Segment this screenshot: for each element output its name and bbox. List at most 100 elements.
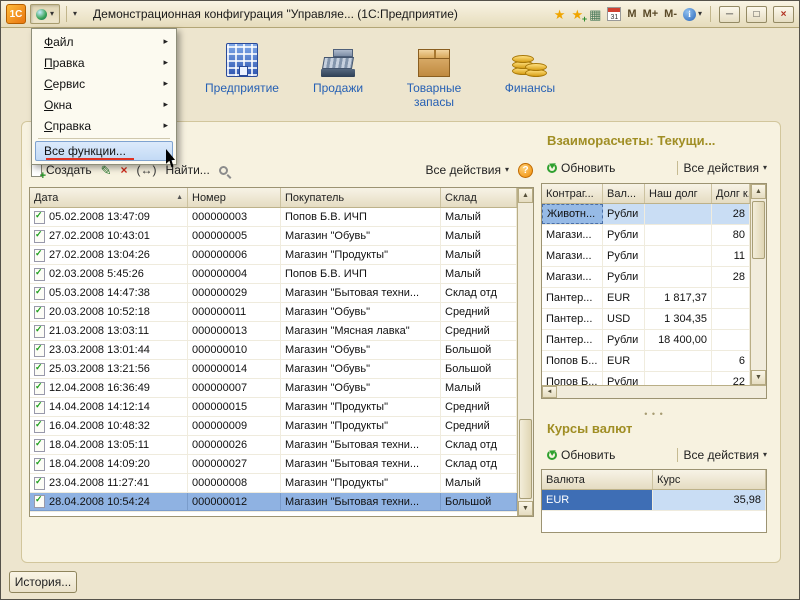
currency-toolbar: Обновить Все действия ▾	[547, 445, 767, 465]
main-menu-button[interactable]: ▾	[30, 4, 60, 24]
delete-icon[interactable]: ×	[121, 164, 128, 176]
document-row[interactable]: 12.04.2008 16:36:49 000000007 Магазин "О…	[30, 379, 517, 398]
column-header-currency[interactable]: Вал...	[603, 184, 645, 203]
toolbar-overflow-icon[interactable]: ▾	[73, 10, 77, 18]
document-row[interactable]: 20.03.2008 10:52:18 000000011 Магазин "О…	[30, 303, 517, 322]
scroll-down-button[interactable]: ▼	[751, 370, 766, 385]
submenu-arrow-icon: ▸	[163, 36, 168, 47]
calendar-icon[interactable]: 31	[607, 7, 621, 21]
cell-date: 14.04.2008 14:12:14	[30, 398, 188, 416]
all-actions-button[interactable]: Все действия ▾	[684, 161, 767, 175]
column-header-warehouse[interactable]: Склад	[441, 188, 517, 207]
column-header-currency[interactable]: Валюта	[542, 470, 653, 489]
scroll-down-button[interactable]: ▼	[518, 501, 533, 516]
document-row[interactable]: 23.04.2008 11:27:41 000000008 Магазин "П…	[30, 474, 517, 493]
scroll-thumb[interactable]	[519, 419, 532, 499]
shortcut-inventory[interactable]: Товарные запасы	[388, 37, 480, 110]
settlement-row[interactable]: Магази... Рубли 80	[542, 225, 750, 246]
favorites-star-icon[interactable]: ★	[554, 8, 566, 21]
add-favorite-icon[interactable]: ★	[571, 8, 583, 21]
cell-warehouse: Малый	[441, 474, 517, 492]
cell-number: 000000013	[188, 322, 281, 340]
set-period-button[interactable]: (↔)	[137, 163, 157, 177]
refresh-button[interactable]: Обновить	[547, 448, 615, 462]
info-icon: i	[683, 8, 696, 21]
all-actions-button[interactable]: Все действия ▾	[426, 163, 509, 177]
column-header-buyer[interactable]: Покупатель	[281, 188, 441, 207]
column-header-debt-to[interactable]: Долг к...	[712, 184, 750, 203]
cell-number: 000000029	[188, 284, 281, 302]
settlement-row[interactable]: Попов Б... Рубли 22	[542, 372, 750, 385]
shortcut-enterprise[interactable]: Предприятие	[196, 37, 288, 110]
cell-number: 000000012	[188, 493, 281, 511]
menu-item[interactable]: Файл ▸	[34, 31, 174, 52]
menu-item[interactable]: Окна ▸	[34, 94, 174, 115]
cell-buyer: Магазин "Бытовая техни...	[281, 493, 441, 511]
settlement-row[interactable]: Попов Б... EUR 6	[542, 351, 750, 372]
table-grid-icon[interactable]: ▦	[589, 8, 601, 21]
document-row[interactable]: 18.04.2008 14:09:20 000000027 Магазин "Б…	[30, 455, 517, 474]
memory-mminus-button[interactable]: M-	[664, 8, 677, 20]
memory-mplus-button[interactable]: M+	[643, 8, 659, 20]
minimize-button[interactable]: ─	[719, 6, 740, 23]
document-row[interactable]: 27.02.2008 10:43:01 000000005 Магазин "О…	[30, 227, 517, 246]
cell-warehouse: Средний	[441, 303, 517, 321]
document-posted-icon	[34, 458, 45, 471]
create-button[interactable]: Создать	[31, 163, 92, 177]
document-row[interactable]: 18.04.2008 13:05:11 000000026 Магазин "Б…	[30, 436, 517, 455]
column-header-date[interactable]: Дата ▲	[30, 188, 188, 207]
column-header-contractor[interactable]: Контраг...	[542, 184, 603, 203]
history-button[interactable]: История...	[9, 571, 77, 593]
currency-row[interactable]: EUR 35,98	[542, 490, 766, 511]
document-row[interactable]: 14.04.2008 14:12:14 000000015 Магазин "П…	[30, 398, 517, 417]
menu-item[interactable]: Правка ▸	[34, 52, 174, 73]
scroll-thumb[interactable]	[752, 201, 765, 259]
settlement-row[interactable]: Пантер... USD 1 304,35	[542, 309, 750, 330]
settlement-row[interactable]: Пантер... EUR 1 817,37	[542, 288, 750, 309]
clear-search-icon[interactable]	[219, 166, 228, 175]
app-logo: 1С	[6, 4, 26, 24]
cell-date: 05.02.2008 13:47:09	[30, 208, 188, 226]
refresh-button[interactable]: Обновить	[547, 161, 615, 175]
document-row[interactable]: 02.03.2008 5:45:26 000000004 Попов Б.В. …	[30, 265, 517, 284]
menu-item[interactable]: Справка ▸	[34, 115, 174, 136]
menu-item-all-functions[interactable]: Все функции...	[35, 141, 173, 161]
scroll-up-button[interactable]: ▲	[518, 188, 533, 203]
document-posted-icon	[34, 495, 45, 508]
edit-pencil-icon[interactable]: ✎	[101, 164, 112, 177]
cell-our-debt	[645, 246, 712, 266]
maximize-button[interactable]: □	[746, 6, 767, 23]
column-header-rate[interactable]: Курс	[653, 470, 766, 489]
shortcut-finance[interactable]: Финансы	[484, 37, 576, 110]
settlement-row[interactable]: Животн... Рубли 28	[542, 204, 750, 225]
document-row[interactable]: 27.02.2008 13:04:26 000000006 Магазин "П…	[30, 246, 517, 265]
memory-m-button[interactable]: M	[627, 8, 636, 20]
document-row[interactable]: 05.02.2008 13:47:09 000000003 Попов Б.В.…	[30, 208, 517, 227]
scroll-left-button[interactable]: ◄	[542, 386, 557, 398]
help-icon[interactable]: ?	[518, 163, 533, 178]
cell-our-debt	[645, 204, 712, 224]
cell-number: 000000005	[188, 227, 281, 245]
scroll-up-button[interactable]: ▲	[751, 184, 766, 199]
splitter-grip[interactable]	[541, 404, 767, 422]
document-row[interactable]: 05.03.2008 14:47:38 000000029 Магазин "Б…	[30, 284, 517, 303]
document-row[interactable]: 16.04.2008 10:48:32 000000009 Магазин "П…	[30, 417, 517, 436]
settlement-row[interactable]: Пантер... Рубли 18 400,00	[542, 330, 750, 351]
column-header-number[interactable]: Номер	[188, 188, 281, 207]
document-row[interactable]: 25.03.2008 13:21:56 000000014 Магазин "О…	[30, 360, 517, 379]
document-row[interactable]: 21.03.2008 13:03:11 000000013 Магазин "М…	[30, 322, 517, 341]
cell-debt-to: 28	[712, 267, 750, 287]
all-actions-button[interactable]: Все действия ▾	[684, 448, 767, 462]
document-row[interactable]: 28.04.2008 10:54:24 000000012 Магазин "Б…	[30, 493, 517, 512]
shortcut-sales[interactable]: Продажи	[292, 37, 384, 110]
cell-date: 21.03.2008 13:03:11	[30, 322, 188, 340]
column-header-label: Дата	[34, 192, 58, 204]
settlement-row[interactable]: Магази... Рубли 28	[542, 267, 750, 288]
column-header-our-debt[interactable]: Наш долг	[645, 184, 712, 203]
document-row[interactable]: 23.03.2008 13:01:44 000000010 Магазин "О…	[30, 341, 517, 360]
close-button[interactable]: ×	[773, 6, 794, 23]
info-button[interactable]: i ▾	[683, 8, 702, 21]
settlement-row[interactable]: Магази... Рубли 11	[542, 246, 750, 267]
app-window: 1С ▾ ▾ Демонстрационная конфигурация "Уп…	[0, 0, 800, 600]
menu-item[interactable]: Сервис ▸	[34, 73, 174, 94]
